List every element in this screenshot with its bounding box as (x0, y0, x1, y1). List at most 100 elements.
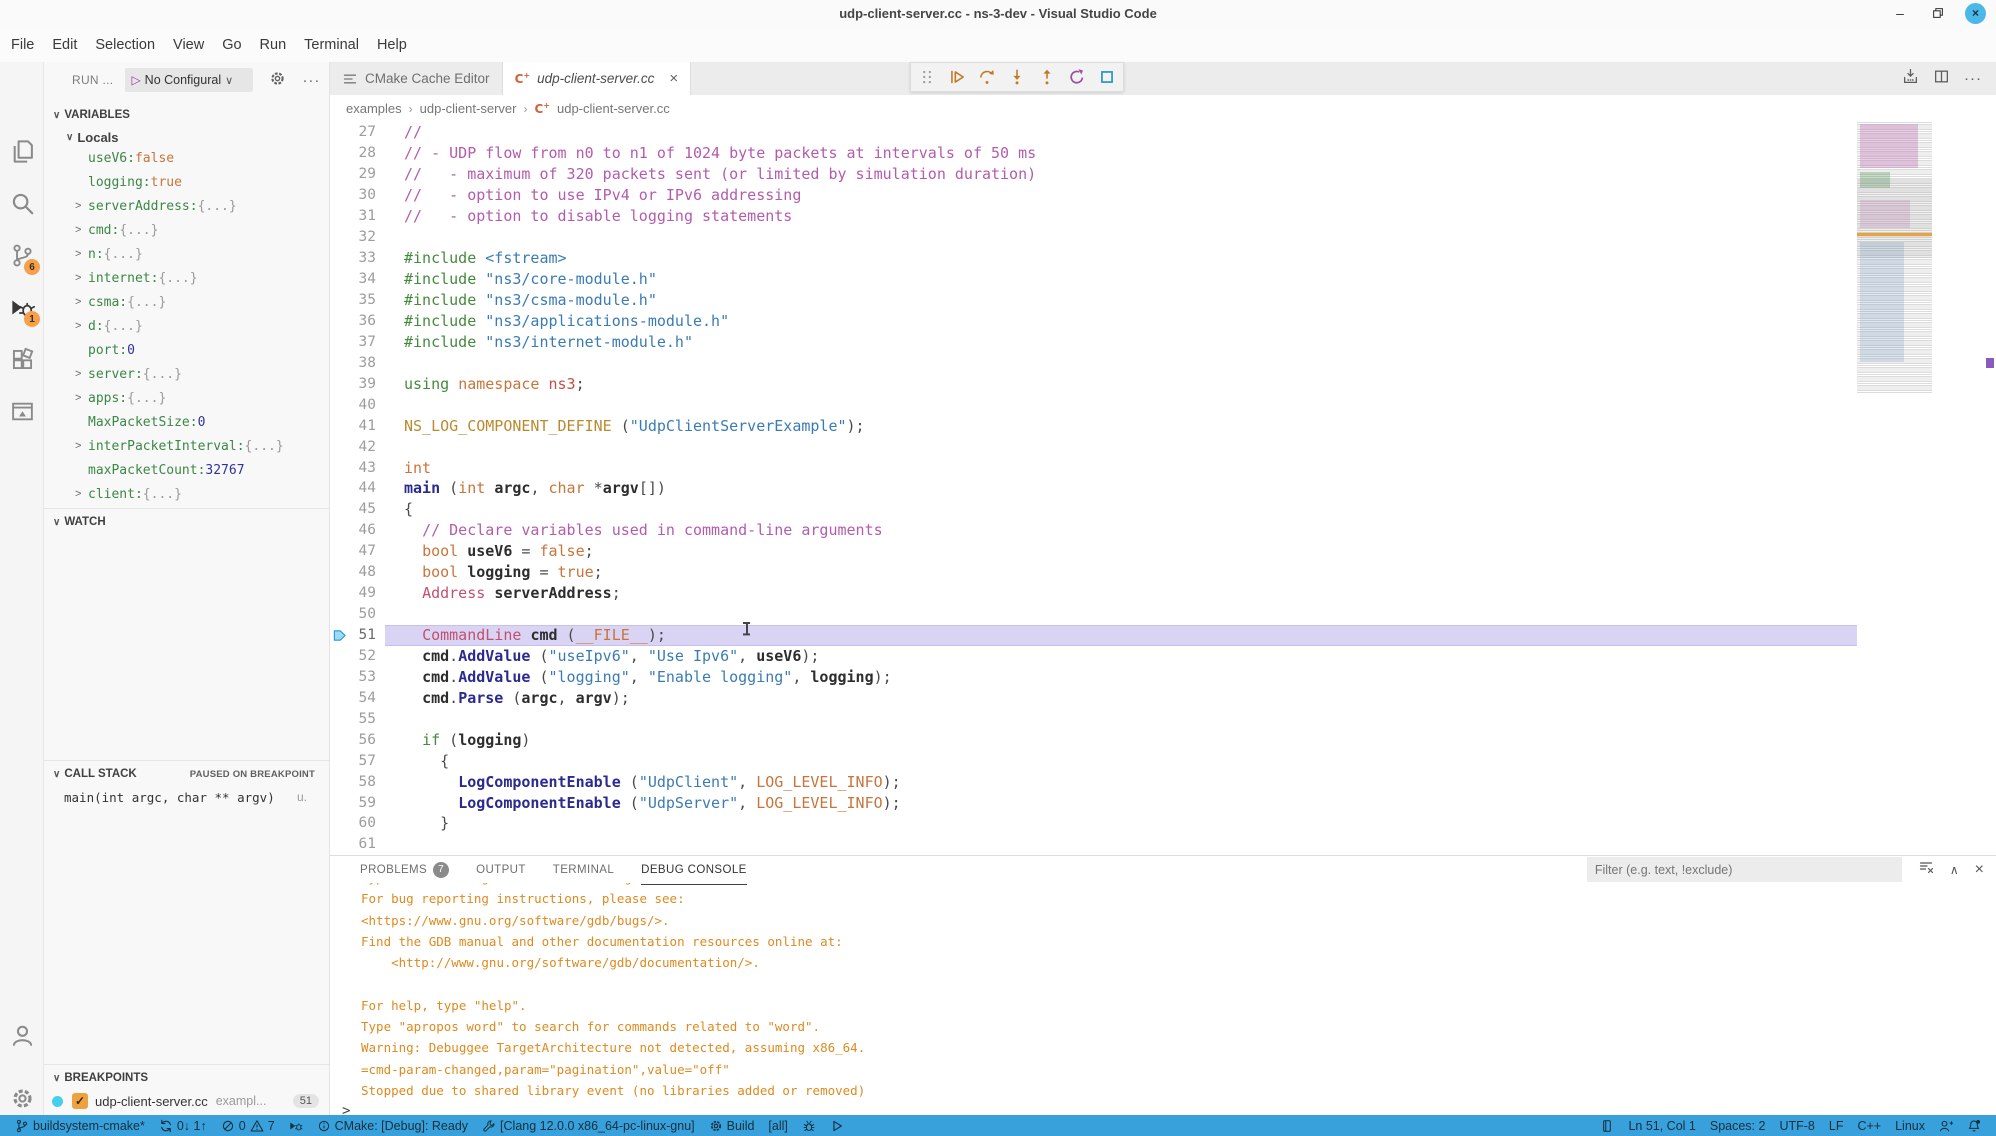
breakpoint-gutter[interactable] (330, 520, 348, 541)
line-number[interactable]: 48 (348, 564, 376, 580)
code-text[interactable]: #include "ns3/internet-module.h" (376, 333, 693, 351)
status-cmake-build[interactable]: Build (702, 1115, 762, 1136)
line-number[interactable]: 58 (348, 774, 376, 790)
breakpoint-gutter[interactable] (330, 457, 348, 478)
activitybar-item-extensions[interactable] (0, 336, 44, 382)
line-number[interactable]: 56 (348, 732, 376, 748)
menu-item-go[interactable]: Go (213, 27, 250, 62)
activitybar-item-explorer[interactable] (0, 128, 44, 174)
code-line-42[interactable]: 42 (330, 436, 1996, 457)
status-notifications[interactable] (1960, 1115, 1988, 1136)
code-line-54[interactable]: 54 cmd.Parse (argc, argv); (330, 687, 1996, 708)
status-cmake-kit[interactable]: [Clang 12.0.0 x86_64-pc-linux-gnu] (475, 1115, 702, 1136)
close-panel-icon[interactable]: × (1975, 861, 1984, 879)
line-number[interactable]: 33 (348, 250, 376, 266)
line-number[interactable]: 61 (348, 836, 376, 852)
watch-section-header[interactable]: ∨ WATCH (44, 511, 329, 533)
status-cmake-debug[interactable] (795, 1115, 823, 1136)
chevron-right-icon[interactable]: > (75, 392, 88, 404)
start-debug-icon[interactable]: ▷ (131, 73, 140, 87)
chevron-right-icon[interactable]: > (75, 368, 88, 380)
line-number[interactable]: 28 (348, 145, 376, 161)
code-line-35[interactable]: 35#include "ns3/csma-module.h" (330, 290, 1996, 311)
menu-item-view[interactable]: View (164, 27, 213, 62)
code-line-48[interactable]: 48 bool logging = true; (330, 562, 1996, 583)
breakpoint-gutter[interactable] (330, 122, 348, 143)
line-number[interactable]: 36 (348, 313, 376, 329)
breakpoint-item[interactable]: ✓ udp-client-server.cc exampl... 51 (44, 1089, 329, 1113)
variable-row-csma[interactable]: >csma: {...} (44, 290, 329, 314)
more-actions-icon[interactable]: ··· (1964, 70, 1982, 87)
stack-frame-main[interactable]: main(int argc, char ** argv) u. (44, 785, 329, 809)
variable-row-logging[interactable]: logging: true (44, 170, 329, 194)
close-tab-icon[interactable]: × (669, 70, 678, 87)
status-cmake-target[interactable]: [all] (761, 1115, 794, 1136)
launch-configuration-dropdown[interactable]: ▷ No Configural ∨ (125, 68, 253, 92)
maximize-panel-icon[interactable]: ∧ (1950, 863, 1959, 877)
breakpoint-gutter[interactable] (330, 771, 348, 792)
menu-item-file[interactable]: File (2, 27, 43, 62)
line-number[interactable]: 29 (348, 166, 376, 182)
code-line-55[interactable]: 55 (330, 708, 1996, 729)
breakpoint-gutter[interactable] (330, 290, 348, 311)
chevron-right-icon[interactable]: > (75, 248, 88, 260)
line-number[interactable]: 32 (348, 229, 376, 245)
breadcrumb-item-examples[interactable]: examples (346, 101, 402, 116)
code-text[interactable]: Address serverAddress; (376, 584, 621, 602)
line-number[interactable]: 27 (348, 124, 376, 140)
code-text[interactable]: if (logging) (376, 731, 530, 749)
code-text[interactable]: #include "ns3/core-module.h" (376, 270, 657, 288)
breakpoints-section-header[interactable]: ∨ BREAKPOINTS (44, 1067, 329, 1089)
line-number[interactable]: 30 (348, 187, 376, 203)
line-number[interactable]: 42 (348, 439, 376, 455)
status-notebook-indicator[interactable] (1593, 1115, 1621, 1136)
code-line-57[interactable]: 57 { (330, 750, 1996, 771)
code-line-59[interactable]: 59 LogComponentEnable ("UdpServer", LOG_… (330, 792, 1996, 813)
status-remote-os[interactable]: Linux (1888, 1115, 1932, 1136)
line-number[interactable]: 40 (348, 397, 376, 413)
breakpoint-gutter[interactable] (330, 708, 348, 729)
breakpoint-gutter[interactable] (330, 478, 348, 499)
code-line-53[interactable]: 53 cmd.AddValue ("logging", "Enable logg… (330, 666, 1996, 687)
status-problems-status[interactable]: 07 (214, 1115, 282, 1136)
code-text[interactable]: bool useV6 = false; (376, 542, 594, 560)
breakpoint-gutter[interactable] (330, 143, 348, 164)
activitybar-item-accounts[interactable] (0, 1012, 44, 1058)
menu-item-edit[interactable]: Edit (43, 27, 86, 62)
breakpoint-gutter[interactable] (330, 813, 348, 834)
code-text[interactable]: cmd.Parse (argc, argv); (376, 689, 630, 707)
breakpoint-gutter[interactable] (330, 310, 348, 331)
breakpoint-gutter[interactable] (330, 729, 348, 750)
activitybar-item-search[interactable] (0, 180, 44, 226)
code-text[interactable]: // - maximum of 320 packets sent (or lim… (376, 165, 1036, 183)
code-line-36[interactable]: 36#include "ns3/applications-module.h" (330, 310, 1996, 331)
variable-row-server[interactable]: >server: {...} (44, 362, 329, 386)
breakpoint-gutter[interactable] (330, 331, 348, 352)
code-text[interactable]: NS_LOG_COMPONENT_DEFINE ("UdpClientServe… (376, 417, 865, 435)
tab-udp-client-server-cc[interactable]: C+udp-client-server.cc× (503, 62, 692, 95)
chevron-right-icon[interactable]: > (75, 200, 88, 212)
breakpoint-gutter[interactable] (330, 206, 348, 227)
breakpoint-gutter[interactable] (330, 352, 348, 373)
code-text[interactable]: // Declare variables used in command-lin… (376, 521, 883, 539)
breakpoint-gutter[interactable] (330, 269, 348, 290)
breakpoint-gutter[interactable] (330, 185, 348, 206)
breakpoint-gutter[interactable] (330, 625, 348, 646)
line-number[interactable]: 52 (348, 648, 376, 664)
code-text[interactable]: { (376, 752, 449, 770)
code-line-43[interactable]: 43int (330, 457, 1996, 478)
line-number[interactable]: 60 (348, 815, 376, 831)
code-line-41[interactable]: 41NS_LOG_COMPONENT_DEFINE ("UdpClientSer… (330, 415, 1996, 436)
breakpoint-gutter[interactable] (330, 562, 348, 583)
line-number[interactable]: 35 (348, 292, 376, 308)
variable-row-MaxPacketSize[interactable]: MaxPacketSize: 0 (44, 410, 329, 434)
code-text[interactable]: // - UDP flow from n0 to n1 of 1024 byte… (376, 144, 1036, 162)
debug-settings-gear-icon[interactable] (269, 70, 286, 90)
code-text[interactable]: // - option to disable logging statement… (376, 207, 792, 225)
code-text[interactable]: int (376, 459, 431, 477)
activitybar-item-run-and-debug[interactable]: 1 (0, 284, 44, 330)
console-filter-input[interactable] (1587, 857, 1902, 882)
chevron-right-icon[interactable]: > (75, 224, 88, 236)
code-line-47[interactable]: 47 bool useV6 = false; (330, 541, 1996, 562)
line-number[interactable]: 55 (348, 711, 376, 727)
